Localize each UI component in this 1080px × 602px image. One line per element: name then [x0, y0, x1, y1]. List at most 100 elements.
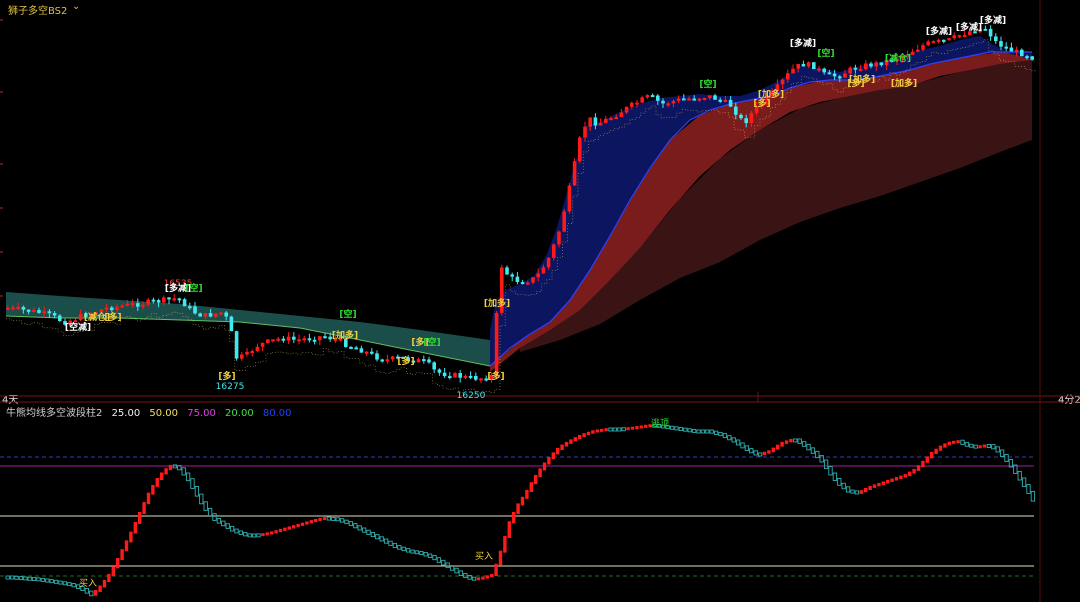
candle-up: [16, 306, 20, 309]
candle-down: [999, 41, 1003, 47]
candle-up: [245, 351, 249, 355]
osc-bar-falling: [793, 438, 798, 443]
candle-up: [687, 98, 691, 101]
candle-up: [255, 346, 260, 352]
osc-bar-rising: [859, 490, 863, 494]
osc-bar-falling: [357, 525, 362, 531]
osc-bar-falling: [14, 575, 19, 580]
osc-bar-falling: [705, 429, 710, 434]
candle-up: [453, 373, 457, 378]
candle-down: [593, 117, 598, 126]
candle-up: [858, 69, 863, 72]
osc-bar-rising: [952, 440, 956, 444]
candle-up: [947, 38, 951, 41]
candle-up: [671, 100, 676, 104]
osc-bar-rising: [916, 465, 921, 471]
signal-annotation: [空]: [699, 78, 716, 90]
osc-bar-falling: [339, 518, 345, 523]
candle-down: [822, 68, 826, 73]
candle-down: [198, 313, 202, 317]
osc-bar-rising: [899, 475, 903, 480]
osc-bar-rising: [789, 438, 793, 443]
osc-bar-falling: [207, 507, 213, 517]
signal-annotation: [多]: [397, 355, 414, 367]
osc-bar-rising: [287, 526, 291, 530]
candle-up: [962, 35, 967, 38]
osc-bar-rising: [982, 444, 987, 448]
osc-bar-rising: [529, 482, 533, 492]
candle-up: [697, 98, 702, 101]
candle-up: [598, 123, 603, 126]
candle-up: [619, 112, 624, 118]
candle-down: [380, 359, 384, 362]
candle-up: [749, 112, 754, 124]
osc-bar-rising: [168, 464, 173, 471]
candle-up: [666, 103, 670, 106]
candle-up: [552, 244, 556, 258]
candle-down: [827, 72, 832, 75]
osc-bar-falling: [53, 579, 59, 584]
osc-bar-falling: [436, 557, 442, 563]
osc-bar-falling: [375, 534, 380, 540]
candle-down: [879, 62, 884, 66]
osc-bar-falling: [366, 529, 371, 535]
candle-down: [188, 306, 192, 309]
candle-down: [442, 372, 447, 377]
osc-bar-falling: [700, 429, 706, 434]
osc-bar-rising: [921, 460, 925, 468]
osc-bar-falling: [674, 426, 679, 431]
candle-down: [994, 36, 998, 42]
candle-down: [656, 95, 660, 101]
osc-bar-falling: [251, 533, 257, 538]
candle-down: [21, 306, 26, 310]
candle-up: [624, 106, 629, 113]
candle-down: [869, 63, 873, 67]
candle-down: [177, 298, 182, 301]
osc-bar-rising: [520, 496, 525, 506]
osc-bar-falling: [960, 439, 965, 445]
osc-bar-rising: [476, 577, 481, 581]
osc-bar-falling: [410, 549, 415, 554]
candle-up: [219, 312, 223, 315]
osc-bar-falling: [185, 472, 191, 482]
candle-down: [312, 339, 317, 342]
osc-bar-falling: [423, 552, 428, 557]
osc-bar-rising: [322, 517, 327, 521]
osc-bar-falling: [45, 578, 50, 583]
osc-bar-falling: [837, 478, 842, 486]
osc-bar-falling: [234, 528, 239, 534]
candle-up: [73, 320, 78, 323]
candle-down: [682, 98, 686, 101]
candle-down: [1004, 46, 1008, 49]
osc-bar-rising: [762, 451, 767, 456]
signal-annotation: [空减]: [65, 321, 91, 333]
candle-up: [416, 359, 421, 363]
osc-bar-falling: [722, 433, 728, 439]
osc-bar-falling: [757, 452, 763, 457]
candle-up: [115, 306, 119, 311]
candle-up: [286, 336, 291, 341]
candle-up: [786, 73, 790, 80]
osc-bar-falling: [62, 581, 68, 586]
candle-up: [385, 359, 390, 362]
osc-bar-falling: [850, 489, 855, 494]
osc-bar-rising: [868, 485, 872, 490]
candle-down: [52, 313, 57, 316]
candle-down: [838, 76, 842, 79]
osc-bar-rising: [261, 533, 265, 537]
osc-bar-falling: [463, 573, 468, 578]
osc-bar-falling: [753, 450, 758, 456]
osc-bar-rising: [894, 477, 899, 481]
candle-up: [531, 277, 535, 283]
osc-bar-falling: [1026, 484, 1031, 494]
chart-canvas[interactable]: 165351627516250[多减][空][减仓][多][空减][多][空][…: [0, 0, 1080, 602]
candle-down: [853, 67, 858, 70]
candle-down: [156, 300, 161, 303]
osc-bar-rising: [947, 441, 951, 446]
osc-bar-rising: [569, 439, 573, 444]
osc-bar-rising: [604, 428, 608, 432]
osc-bar-rising: [265, 532, 269, 536]
candle-down: [1030, 56, 1034, 60]
osc-bar-falling: [854, 490, 860, 495]
osc-bar-rising: [309, 520, 313, 524]
